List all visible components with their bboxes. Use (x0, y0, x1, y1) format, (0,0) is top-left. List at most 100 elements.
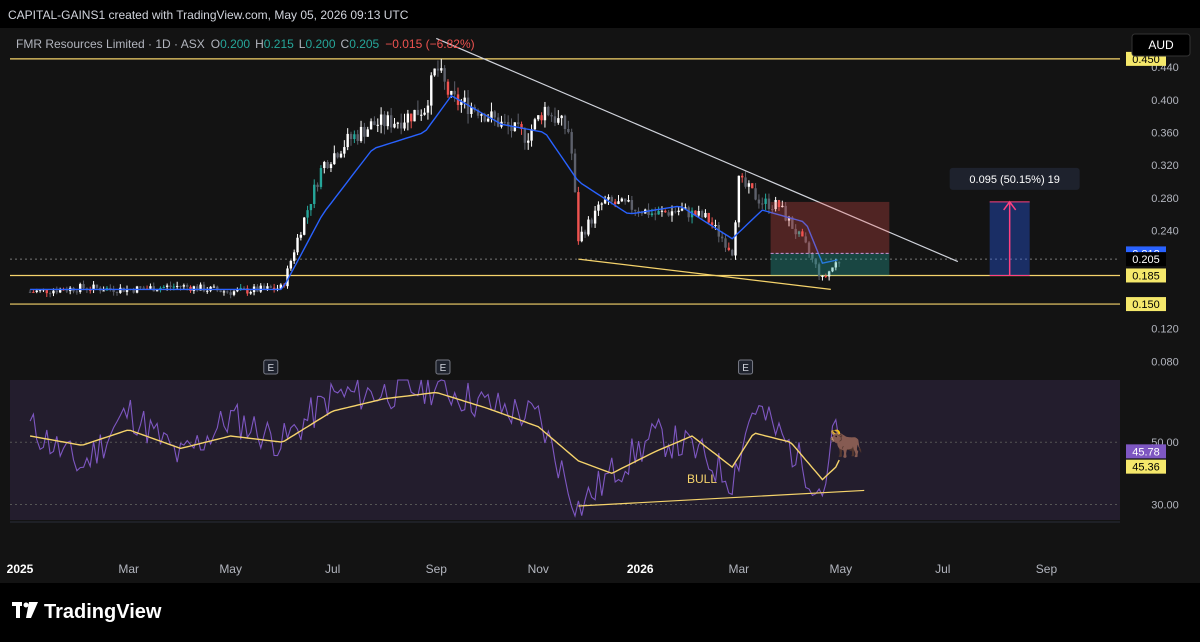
ohlc-legend: FMR Resources Limited · 1D · ASX O0.200 H0… (16, 37, 475, 51)
price-badge-label: 0.205 (1132, 254, 1160, 266)
measure-label: 0.095 (50.15%) 19 (969, 174, 1060, 186)
candle-body (734, 222, 737, 256)
legend-open-label: O (211, 37, 220, 51)
candle-body (182, 285, 186, 287)
rsi-pane[interactable]: BULL🐂 50.0045.7845.3630.00 (10, 379, 1179, 523)
currency-label[interactable]: AUD (1148, 38, 1174, 52)
candle-body (289, 260, 293, 269)
candle-body (102, 290, 105, 292)
candle-body (627, 200, 630, 202)
candle-body (557, 118, 560, 123)
candle-body (583, 231, 587, 235)
candle-body (229, 292, 232, 295)
candle-body (600, 203, 603, 205)
candle-body (376, 124, 379, 126)
candle-body (523, 129, 527, 143)
candle-body (373, 121, 376, 126)
candle-body (192, 286, 196, 291)
candle-body (704, 212, 707, 218)
candle-body (420, 114, 423, 116)
candle-body (212, 286, 216, 288)
candle-body (313, 184, 316, 204)
candle-body (356, 134, 359, 141)
candle-body (533, 119, 537, 130)
candle-body (587, 219, 590, 235)
time-tick-label: Mar (118, 562, 139, 576)
candle-body (35, 290, 38, 293)
price-tick-label: 0.120 (1151, 324, 1179, 336)
candle-body (727, 247, 731, 250)
candle-body (680, 208, 684, 211)
position-stop-zone (770, 253, 890, 276)
candle-body (567, 128, 570, 133)
screenshot-caption-bar: CAPITAL-GAINS1 created with TradingView.… (0, 0, 1200, 28)
candle-body (550, 115, 553, 117)
chart-svg[interactable]: 0.4400.4000.3600.3200.2800.2400.1200.080… (0, 28, 1200, 583)
candle-body (296, 237, 299, 253)
candle-body (48, 293, 52, 295)
rsi-signal-label: 45.36 (1132, 462, 1160, 474)
candle-body (175, 285, 179, 287)
candle-body (613, 201, 617, 204)
candle-body (95, 284, 99, 288)
candle-body (580, 231, 583, 242)
candle-body (119, 287, 122, 293)
candle-body (446, 81, 450, 95)
candle-body (436, 68, 440, 71)
candle-body (757, 199, 761, 204)
candle-body (269, 286, 272, 288)
candle-body (319, 168, 323, 187)
legend-open-value: 0.200 (220, 37, 250, 51)
candle-body (654, 213, 657, 215)
earnings-marker-label: E (440, 363, 447, 374)
candle-body (142, 287, 145, 289)
candle-body (530, 129, 533, 141)
candle-body (570, 132, 573, 154)
legend-symbol: FMR Resources Limited · 1D · ASX (16, 37, 205, 51)
candle-body (453, 90, 456, 95)
candle-body (714, 225, 717, 227)
candle-body (369, 121, 373, 130)
candle-body (79, 284, 82, 292)
earnings-marker-label: E (742, 363, 749, 374)
price-badge-label: 0.150 (1132, 299, 1160, 311)
candle-body (55, 290, 59, 293)
candle-body (527, 140, 530, 143)
candle-body (824, 275, 827, 277)
legend-close-value: 0.205 (349, 37, 379, 51)
candle-body (306, 210, 309, 218)
candle-body (761, 203, 764, 205)
time-tick-label: 2025 (7, 562, 34, 576)
candle-body (366, 129, 369, 137)
candle-body (323, 161, 326, 169)
time-tick-label: May (829, 562, 852, 576)
candle-body (52, 290, 55, 294)
candle-body (222, 291, 226, 293)
candle-body (202, 284, 206, 292)
candle-body (697, 210, 700, 216)
candle-body (560, 115, 563, 119)
candle-body (540, 115, 543, 121)
chart-area[interactable]: 0.440 0.400 0.360 0.320 0.280 0.240 0.120 0.080… (0, 28, 1200, 583)
candle-body (667, 212, 670, 216)
candle-body (553, 116, 557, 123)
candle-body (597, 204, 600, 211)
candle-body (426, 105, 430, 113)
candle-body (577, 192, 580, 242)
candle-body (169, 285, 172, 288)
candle-body (262, 285, 266, 289)
candle-body (617, 201, 620, 204)
candle-body (326, 161, 329, 169)
price-tick-label: 0.240 (1151, 226, 1179, 238)
time-tick-label: Sep (426, 562, 448, 576)
candle-body (573, 153, 577, 193)
candle-body (747, 183, 751, 187)
candle-body (740, 175, 744, 178)
candle-body (660, 210, 664, 212)
candle-body (610, 197, 614, 202)
candle-body (82, 284, 85, 289)
brand-name: TradingView (44, 601, 162, 623)
candle-body (28, 291, 32, 293)
candle-body (563, 115, 567, 129)
candle-body (185, 285, 189, 287)
